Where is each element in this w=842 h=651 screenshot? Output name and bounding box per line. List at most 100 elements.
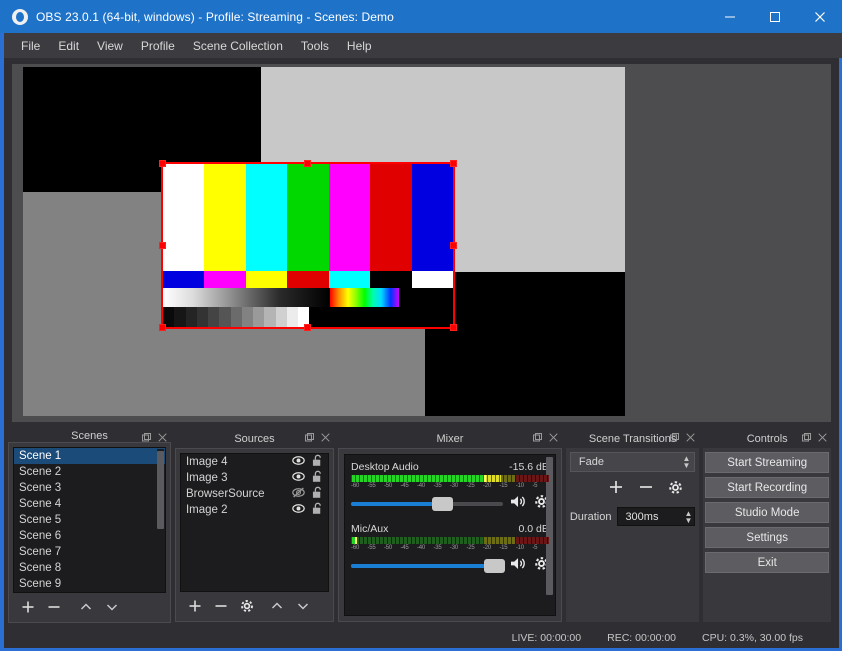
- studio-mode-button[interactable]: Studio Mode: [705, 502, 829, 523]
- duration-input[interactable]: 300ms ▲ ▼: [617, 507, 696, 526]
- transition-properties-button[interactable]: [668, 480, 683, 500]
- sources-list[interactable]: Image 4 Image 3 BrowserSource Image 2: [179, 453, 330, 592]
- unlock-icon[interactable]: [311, 470, 323, 486]
- close-icon[interactable]: [818, 433, 827, 444]
- menu-view[interactable]: View: [88, 36, 132, 56]
- float-icon[interactable]: [670, 433, 680, 444]
- eye-icon[interactable]: [292, 454, 305, 470]
- volume-row: [351, 494, 549, 514]
- close-icon[interactable]: [158, 433, 167, 444]
- source-properties-button[interactable]: [240, 599, 254, 613]
- menu-help[interactable]: Help: [338, 36, 381, 56]
- add-transition-button[interactable]: [608, 479, 624, 500]
- resize-handle-bottom-center[interactable]: [304, 324, 311, 331]
- mixer-channel-name: Desktop Audio: [351, 461, 419, 473]
- speaker-icon[interactable]: [510, 556, 527, 576]
- unlock-icon[interactable]: [311, 486, 323, 502]
- scene-list-item[interactable]: Scene 6: [14, 528, 165, 544]
- menu-profile[interactable]: Profile: [132, 36, 184, 56]
- selected-source-colorbars[interactable]: [159, 160, 457, 331]
- float-icon[interactable]: [802, 433, 811, 444]
- start-recording-button[interactable]: Start Recording: [705, 477, 829, 498]
- scenes-scroll-thumb[interactable]: [156, 451, 164, 529]
- scene-list-item[interactable]: Scene 9: [14, 576, 165, 592]
- eye-off-icon[interactable]: [292, 486, 305, 502]
- source-list-item[interactable]: Image 3: [181, 470, 328, 486]
- scene-list-item[interactable]: Scene 3: [14, 480, 165, 496]
- speaker-icon[interactable]: [510, 494, 527, 514]
- mixer-channel-list: Desktop Audio -15.6 dB -60 -55 -50 -45 -40 -35 -…: [344, 454, 556, 616]
- menu-edit[interactable]: Edit: [49, 36, 88, 56]
- remove-scene-button[interactable]: [47, 600, 61, 614]
- meter-scale-label: -20: [482, 545, 491, 551]
- scene-list-item[interactable]: Scene 4: [14, 496, 165, 512]
- transition-spinner-icon[interactable]: ▲ ▼: [682, 455, 690, 470]
- resize-handle-bottom-right[interactable]: [450, 324, 457, 331]
- source-list-item[interactable]: Image 2: [181, 502, 328, 518]
- transitions-dock-body: Fade ▲ ▼ Duration 300ms ▲ ▼: [565, 448, 700, 622]
- volume-row: [351, 556, 549, 576]
- resize-handle-middle-left[interactable]: [159, 241, 166, 249]
- scenes-list[interactable]: Scene 1 Scene 2 Scene 3 Scene 4 Scene 5 Scene…: [13, 447, 166, 593]
- controls-dock-title: Controls: [746, 433, 788, 445]
- float-icon[interactable]: [532, 433, 542, 444]
- close-icon[interactable]: [321, 433, 330, 444]
- unlock-icon[interactable]: [311, 454, 323, 470]
- remove-source-button[interactable]: [214, 599, 228, 613]
- remove-transition-button[interactable]: [638, 479, 654, 500]
- scene-list-item[interactable]: Scene 5: [14, 512, 165, 528]
- close-icon[interactable]: [686, 433, 696, 444]
- eye-icon[interactable]: [292, 470, 305, 486]
- scene-list-item[interactable]: Scene 1: [14, 448, 165, 464]
- float-icon[interactable]: [141, 433, 151, 444]
- status-rec: REC: 00:00:00: [607, 631, 677, 644]
- resize-handle-top-center[interactable]: [304, 160, 311, 167]
- float-icon[interactable]: [305, 433, 315, 444]
- move-scene-up-button[interactable]: [79, 600, 93, 614]
- scene-item-label: Scene 6: [19, 530, 62, 542]
- eye-icon[interactable]: [292, 502, 305, 518]
- black-filler-2: [309, 307, 453, 327]
- add-scene-button[interactable]: [21, 600, 35, 614]
- resize-handle-bottom-left[interactable]: [159, 324, 166, 331]
- meter-scale-label: -25: [466, 545, 475, 551]
- settings-button[interactable]: Settings: [705, 527, 829, 548]
- transition-select[interactable]: Fade ▲ ▼: [569, 452, 696, 472]
- volume-slider[interactable]: [351, 497, 503, 511]
- scene-list-item[interactable]: Scene 2: [14, 464, 165, 480]
- controls-dock-body: Start Streaming Start Recording Studio Mod…: [703, 448, 831, 622]
- transition-duration-row: Duration 300ms ▲ ▼: [570, 507, 696, 526]
- exit-button[interactable]: Exit: [705, 552, 829, 573]
- resize-handle-middle-right[interactable]: [450, 241, 457, 249]
- preview-canvas[interactable]: [12, 64, 831, 422]
- source-list-item[interactable]: Image 4: [181, 454, 328, 470]
- source-item-icons: [292, 502, 323, 518]
- duration-spinner-icon[interactable]: ▲ ▼: [684, 509, 692, 524]
- scene-list-item[interactable]: Scene 7: [14, 544, 165, 560]
- move-scene-down-button[interactable]: [105, 600, 119, 614]
- menu-tools[interactable]: Tools: [292, 36, 338, 56]
- close-button[interactable]: [797, 0, 842, 33]
- resize-handle-top-right[interactable]: [450, 160, 457, 167]
- scenes-scrollbar[interactable]: [156, 449, 164, 591]
- close-icon[interactable]: [549, 433, 558, 444]
- move-source-up-button[interactable]: [270, 599, 284, 613]
- move-source-down-button[interactable]: [296, 599, 310, 613]
- gray-step-3: [196, 307, 209, 327]
- unlock-icon[interactable]: [311, 502, 323, 518]
- transitions-dock: Scene Transitions Fade ▲ ▼ Duration 300m…: [565, 430, 700, 622]
- gray-step-2: [185, 307, 197, 327]
- source-list-item[interactable]: BrowserSource: [181, 486, 328, 502]
- menu-file[interactable]: File: [12, 36, 49, 56]
- scene-list-item[interactable]: Scene 8: [14, 560, 165, 576]
- minimize-button[interactable]: [707, 0, 752, 33]
- controls-dock: Controls Start Streaming Start Recording S…: [703, 430, 831, 622]
- gray-step-11: [286, 307, 299, 327]
- meter-scale-label: -60: [351, 483, 360, 489]
- maximize-button[interactable]: [752, 0, 797, 33]
- resize-handle-top-left[interactable]: [159, 160, 166, 167]
- add-source-button[interactable]: [188, 599, 202, 613]
- menu-scene-collection[interactable]: Scene Collection: [184, 36, 292, 56]
- volume-slider[interactable]: [351, 559, 505, 573]
- start-streaming-button[interactable]: Start Streaming: [705, 452, 829, 473]
